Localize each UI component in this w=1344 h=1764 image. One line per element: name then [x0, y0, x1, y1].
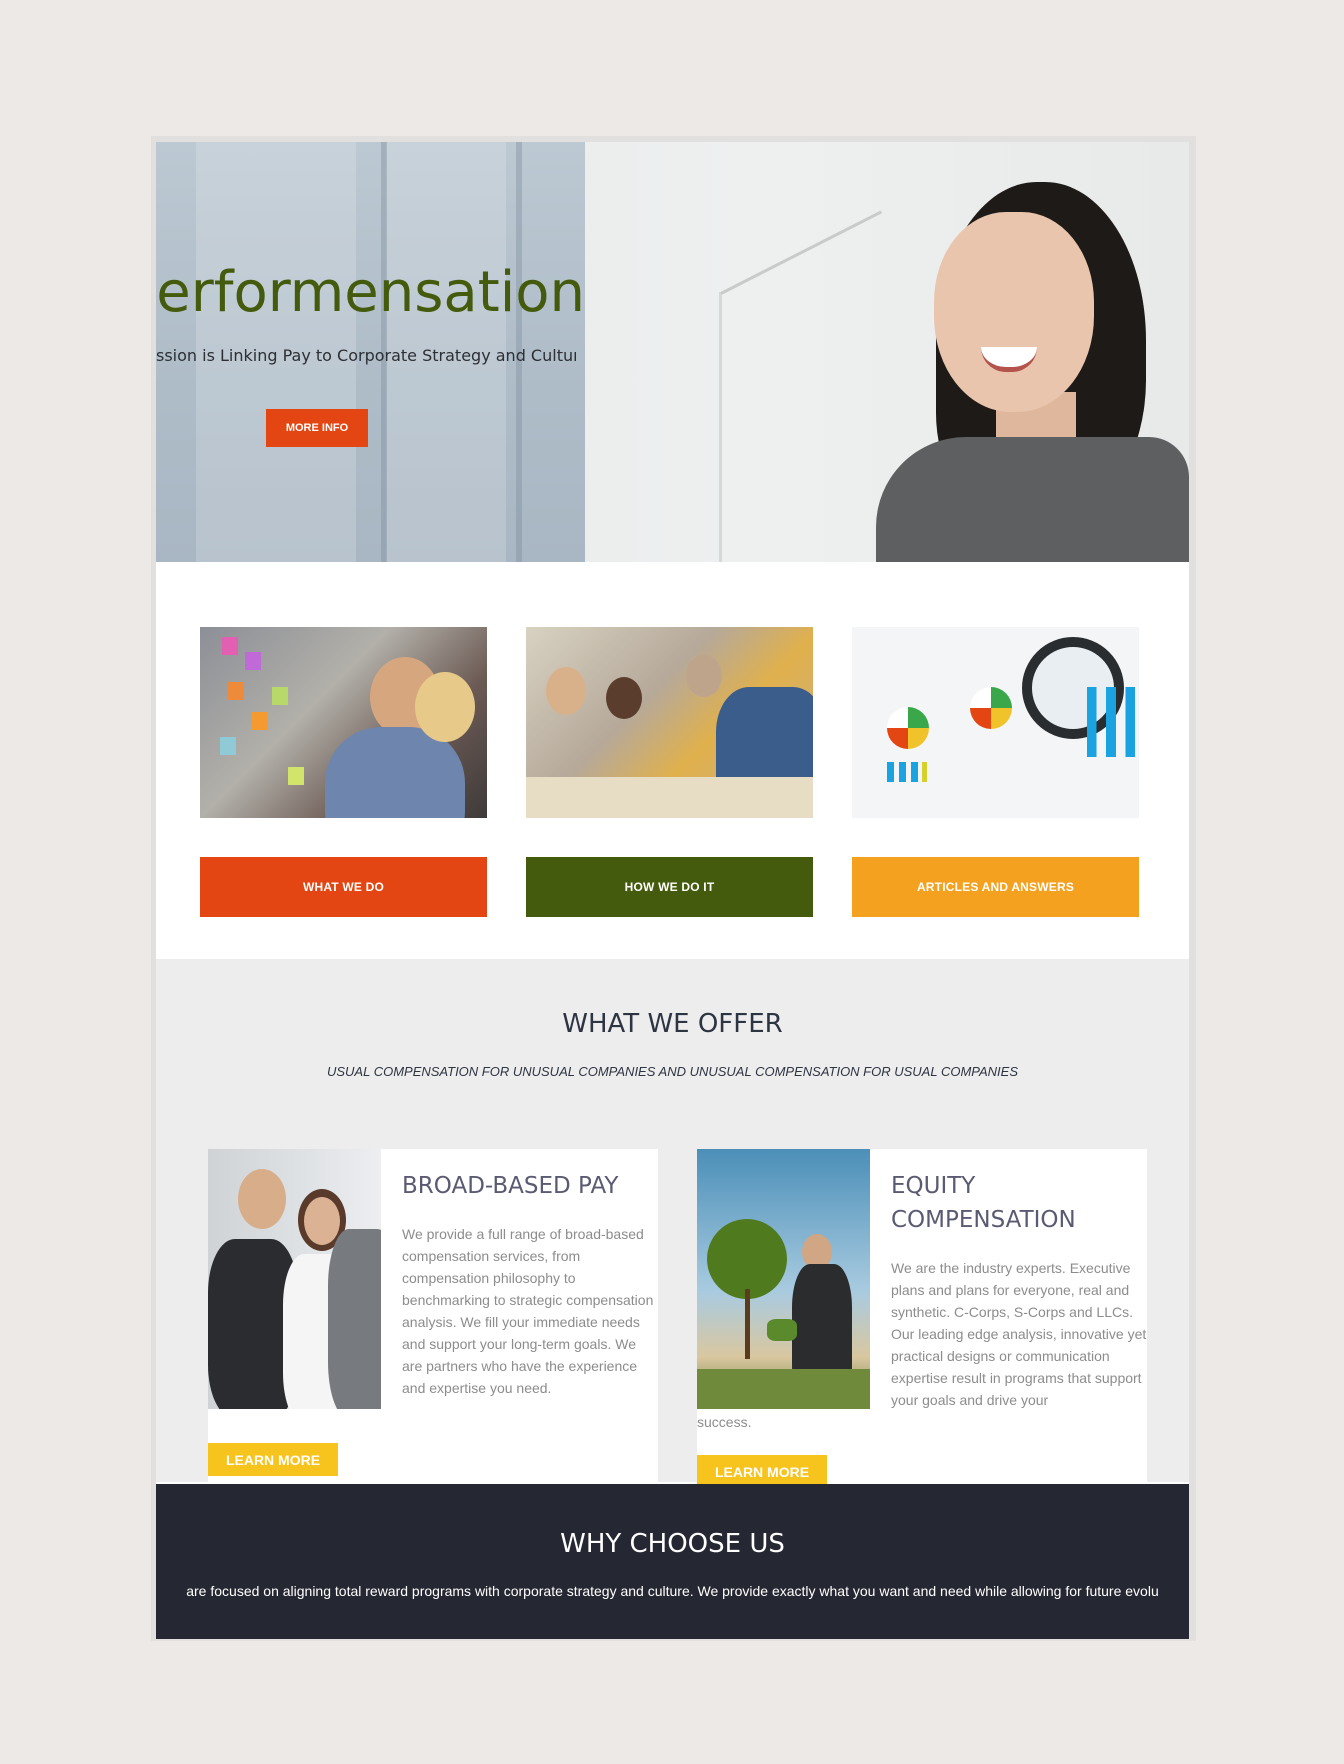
- person-head: [606, 677, 642, 719]
- articles-and-answers-button[interactable]: ARTICLES AND ANSWERS: [852, 857, 1139, 917]
- sticky-note: [272, 687, 288, 705]
- charts-photo: [852, 627, 1139, 818]
- why-text-content: are focused on aligning total reward pro…: [186, 1583, 1159, 1599]
- what-we-do-button[interactable]: WHAT WE DO: [200, 857, 487, 917]
- page-content: erformensation ssion is Linking Pay to C…: [156, 142, 1189, 1639]
- sticky-note: [288, 767, 304, 785]
- person-head: [238, 1169, 286, 1229]
- feature-card-articles: ARTICLES AND ANSWERS: [852, 627, 1139, 917]
- feature-section: WHAT WE DO HOW WE DO IT ARTICLES AND ANS…: [156, 562, 1189, 959]
- why-choose-us-section: WHY CHOOSE US are focused on aligning to…: [156, 1484, 1189, 1639]
- offer-subtitle: USUAL COMPENSATION FOR UNUSUAL COMPANIES…: [326, 1064, 1019, 1079]
- lamp-pole: [719, 292, 722, 562]
- offer-title: WHAT WE OFFER: [562, 1009, 783, 1039]
- sticky-note: [220, 737, 236, 755]
- person-shirt: [876, 437, 1189, 562]
- watering-can-icon: [767, 1319, 797, 1341]
- tree-watering-photo: [697, 1149, 870, 1409]
- business-team-photo: [208, 1149, 381, 1409]
- person-suit: [328, 1229, 381, 1409]
- sticky-note: [245, 652, 261, 670]
- gauge-chart: [887, 707, 929, 749]
- offer-card-equity-compensation: EQUITY COMPENSATION We are the industry …: [697, 1149, 1147, 1489]
- sticky-note: [222, 637, 238, 655]
- person-head: [415, 672, 475, 742]
- hero-banner: erformensation ssion is Linking Pay to C…: [156, 142, 1189, 562]
- sticky-note: [228, 682, 244, 700]
- tree-trunk: [745, 1289, 750, 1359]
- grass-field: [697, 1369, 870, 1409]
- feature-card-what-we-do: WHAT WE DO: [200, 627, 487, 917]
- offer-card-title: EQUITY COMPENSATION: [891, 1173, 1076, 1233]
- how-we-do-it-button[interactable]: HOW WE DO IT: [526, 857, 813, 917]
- sticky-note: [252, 712, 268, 730]
- bar-chart-graphic: [887, 762, 927, 782]
- more-info-button[interactable]: MORE INFO: [266, 409, 368, 447]
- learn-more-button[interactable]: LEARN MORE: [208, 1443, 338, 1476]
- offer-card-text-tail: success.: [697, 1414, 752, 1430]
- person-face: [934, 212, 1094, 412]
- person-head: [546, 667, 586, 715]
- sticky-notes-photo: [200, 627, 487, 818]
- conference-table: [526, 777, 813, 818]
- why-text: are focused on aligning total reward pro…: [156, 1583, 1189, 1599]
- gauge-chart: [970, 687, 1012, 729]
- person-head: [686, 655, 722, 697]
- hero-person-image: [846, 182, 1189, 562]
- offer-card-title: BROAD-BASED PAY: [402, 1173, 619, 1199]
- person-head: [304, 1197, 340, 1245]
- hero-title-text: erformensation: [156, 260, 585, 325]
- meeting-photo: [526, 627, 813, 818]
- offer-card-broad-based-pay: BROAD-BASED PAY We provide a full range …: [208, 1149, 658, 1489]
- tree-canopy: [707, 1219, 787, 1299]
- feature-card-how-we-do-it: HOW WE DO IT: [526, 627, 813, 917]
- hero-subtitle: ssion is Linking Pay to Corporate Strate…: [156, 346, 576, 365]
- what-we-offer-section: WHAT WE OFFER USUAL COMPENSATION FOR UNU…: [156, 959, 1189, 1489]
- hero-title: erformensation: [156, 260, 585, 325]
- why-title: WHY CHOOSE US: [560, 1529, 785, 1559]
- offer-card-text: We are the industry experts. Executive p…: [891, 1260, 1147, 1408]
- bar-chart-graphic: [1087, 687, 1135, 757]
- offer-card-text: We provide a full range of broad-based c…: [402, 1226, 654, 1396]
